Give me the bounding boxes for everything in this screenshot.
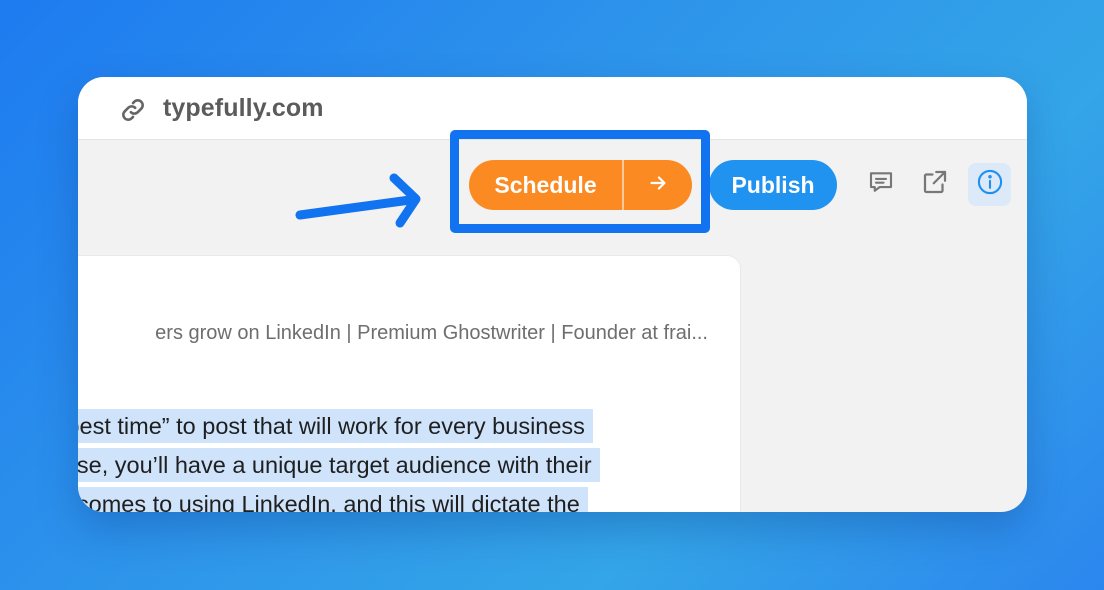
post-text-line[interactable]: n it comes to using LinkedIn, and this w… [78, 487, 588, 512]
address-bar[interactable]: typefully.com [78, 77, 1027, 140]
schedule-button-group: Schedule [469, 160, 692, 210]
publish-button[interactable]: Publish [709, 160, 837, 210]
arrow-right-icon [647, 172, 669, 199]
selected-text: e else, you’ll have a unique target audi… [78, 448, 600, 482]
selected-text: e “best time” to post that will work for… [78, 409, 593, 443]
schedule-options-button[interactable] [624, 160, 692, 210]
post-card[interactable]: ers grow on LinkedIn | Premium Ghostwrit… [78, 255, 741, 512]
post-text-line[interactable]: e else, you’ll have a unique target audi… [78, 448, 600, 482]
schedule-button[interactable]: Schedule [469, 160, 622, 210]
comment-icon [866, 167, 896, 202]
browser-window: typefully.com Schedule Publish ers grow … [78, 77, 1027, 512]
external-link-icon [920, 167, 950, 202]
author-bio: ers grow on LinkedIn | Premium Ghostwrit… [78, 322, 708, 345]
url-text: typefully.com [163, 94, 324, 122]
post-text-line[interactable]: e “best time” to post that will work for… [78, 409, 593, 443]
editor-toolbar: Schedule Publish [78, 140, 1027, 250]
link-icon [120, 97, 146, 123]
author-bio-text: ers grow on LinkedIn | Premium Ghostwrit… [155, 322, 708, 344]
info-button[interactable] [968, 163, 1011, 206]
selected-text: n it comes to using LinkedIn, and this w… [78, 487, 588, 512]
comment-button[interactable] [861, 164, 901, 204]
info-icon [976, 168, 1004, 201]
open-external-button[interactable] [915, 164, 955, 204]
